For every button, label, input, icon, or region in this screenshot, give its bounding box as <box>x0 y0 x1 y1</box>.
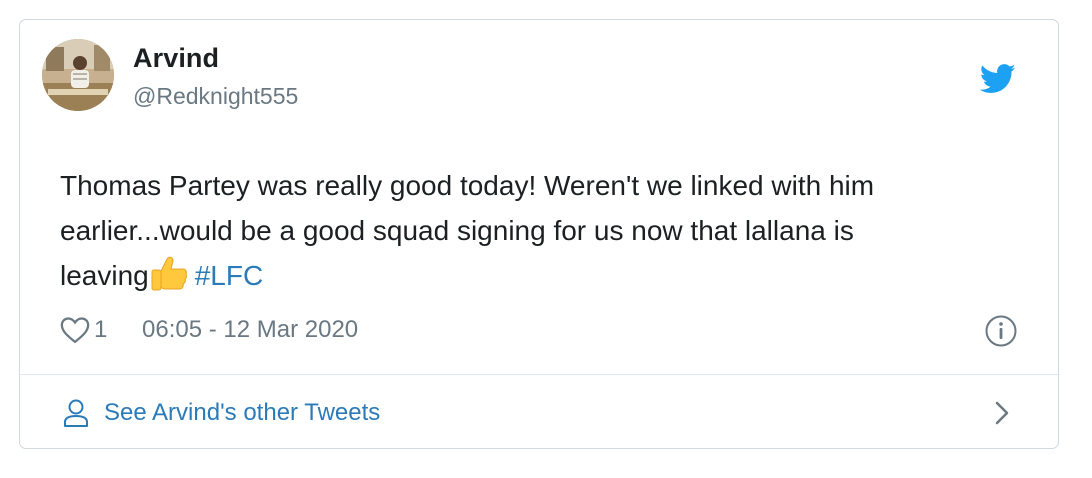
tweet-text: Thomas Partey was really good today! Wer… <box>60 163 1020 298</box>
see-other-tweets-label: See Arvind's other Tweets <box>104 399 381 426</box>
tweet-text-line3: leaving <box>60 260 149 291</box>
see-other-tweets-link[interactable]: See Arvind's other Tweets <box>20 375 1060 448</box>
avatar[interactable] <box>42 39 114 111</box>
like-button[interactable]: 1 <box>60 316 107 344</box>
tweet-text-line1: Thomas Partey was really good today! Wer… <box>60 170 875 201</box>
tweet-timestamp[interactable]: 06:05 - 12 Mar 2020 <box>142 316 358 344</box>
thumbs-up-emoji-icon <box>149 255 189 293</box>
twitter-bird-icon[interactable] <box>979 64 1016 94</box>
chevron-right-icon <box>995 401 1009 425</box>
author-name[interactable]: Arvind <box>133 43 219 74</box>
person-icon <box>64 399 88 427</box>
hashtag-link[interactable]: #LFC <box>195 260 263 291</box>
tweet-meta: 1 06:05 - 12 Mar 2020 <box>60 314 1030 348</box>
avatar-photo-icon <box>42 39 114 111</box>
tweet-header: Arvind @Redknight555 <box>42 39 1002 111</box>
author-handle[interactable]: @Redknight555 <box>133 83 298 110</box>
like-count: 1 <box>94 316 108 343</box>
info-icon[interactable] <box>984 314 1018 348</box>
tweet-text-line2: earlier...would be a good squad signing … <box>60 215 854 246</box>
heart-icon <box>60 317 90 344</box>
